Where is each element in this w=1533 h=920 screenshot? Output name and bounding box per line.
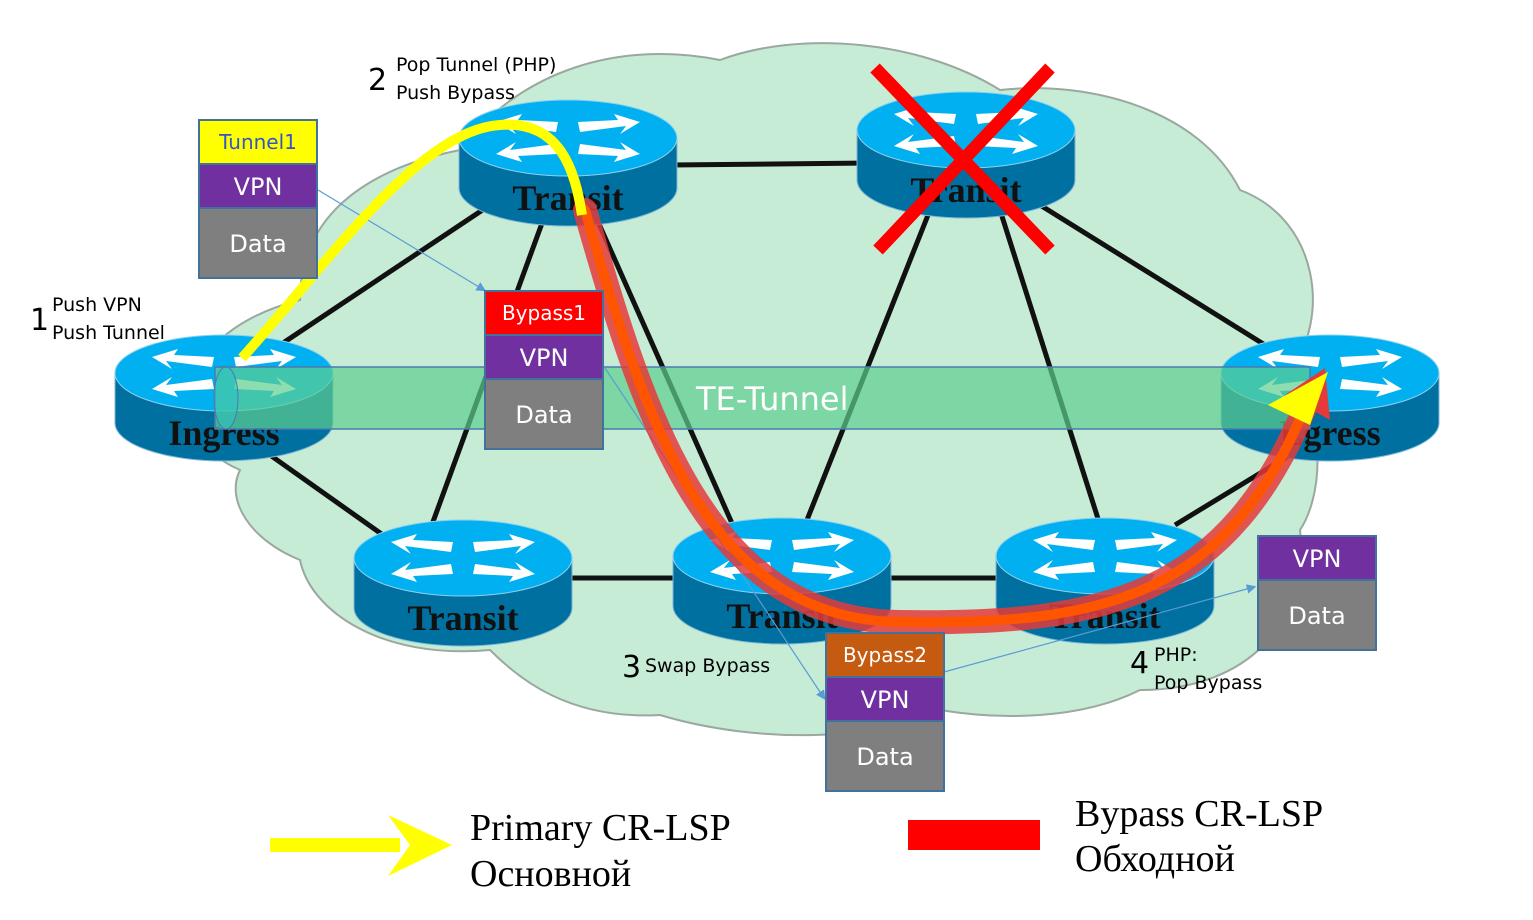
svg-text:Push Bypass: Push Bypass xyxy=(396,82,515,104)
svg-text:VPN: VPN xyxy=(520,344,569,372)
legend-primary-label: Primary CR-LSP xyxy=(470,807,731,849)
legend-bypass-label: Bypass CR-LSP xyxy=(1075,793,1323,835)
svg-text:PHP:: PHP: xyxy=(1154,644,1198,666)
diagram-canvas: IngressTransit TransitEgressTransit Transi… xyxy=(30,42,1440,895)
svg-text:Data: Data xyxy=(1288,602,1345,630)
label-stack-s1: Tunnel1 VPN Data xyxy=(198,119,318,279)
svg-text:Swap Bypass: Swap Bypass xyxy=(645,655,770,677)
te-tunnel-label: TE-Tunnel xyxy=(695,380,848,418)
legend-bypass-swatch xyxy=(908,820,1040,850)
svg-text:VPN: VPN xyxy=(234,173,283,201)
svg-text:VPN: VPN xyxy=(1293,545,1342,573)
svg-text:Data: Data xyxy=(229,230,286,258)
legend: Primary CR-LSP Основной Bypass CR-LSP Об… xyxy=(270,793,1323,895)
label-stack-s2: Bypass1 VPN Data xyxy=(484,290,604,450)
svg-text:Push Tunnel: Push Tunnel xyxy=(52,322,165,344)
step-1: 1 Push VPN Push Tunnel xyxy=(30,294,165,344)
svg-text:Data: Data xyxy=(856,743,913,771)
router-transit-bottom-left[interactable]: Transit xyxy=(353,519,573,647)
svg-text:Push VPN: Push VPN xyxy=(52,294,142,316)
svg-text:1: 1 xyxy=(30,303,49,338)
mpls-frr-diagram: Ingress Transit Transit Egress Transit Transi… xyxy=(0,0,1533,920)
legend-bypass-label-ru: Обходной xyxy=(1075,838,1235,880)
label-stack-s4: VPN Data xyxy=(1257,535,1377,651)
svg-text:Data: Data xyxy=(515,401,572,429)
svg-text:3: 3 xyxy=(622,650,641,685)
legend-primary-label-ru: Основной xyxy=(470,853,631,895)
svg-text:Bypass1: Bypass1 xyxy=(502,301,586,325)
legend-primary-arrow-icon xyxy=(270,815,452,876)
router-label: Transit xyxy=(407,598,518,638)
svg-text:VPN: VPN xyxy=(861,686,910,714)
svg-text:Pop Bypass: Pop Bypass xyxy=(1154,672,1262,694)
te-tunnel-entry xyxy=(213,366,239,430)
label-stack-s3: Bypass2 VPN Data xyxy=(825,632,945,792)
svg-text:2: 2 xyxy=(368,63,387,98)
svg-text:4: 4 xyxy=(1130,646,1149,681)
router-label: Transit xyxy=(512,178,623,218)
svg-text:Pop Tunnel (PHP): Pop Tunnel (PHP) xyxy=(396,54,556,76)
svg-text:Tunnel1: Tunnel1 xyxy=(218,130,297,154)
svg-text:Bypass2: Bypass2 xyxy=(843,643,927,667)
